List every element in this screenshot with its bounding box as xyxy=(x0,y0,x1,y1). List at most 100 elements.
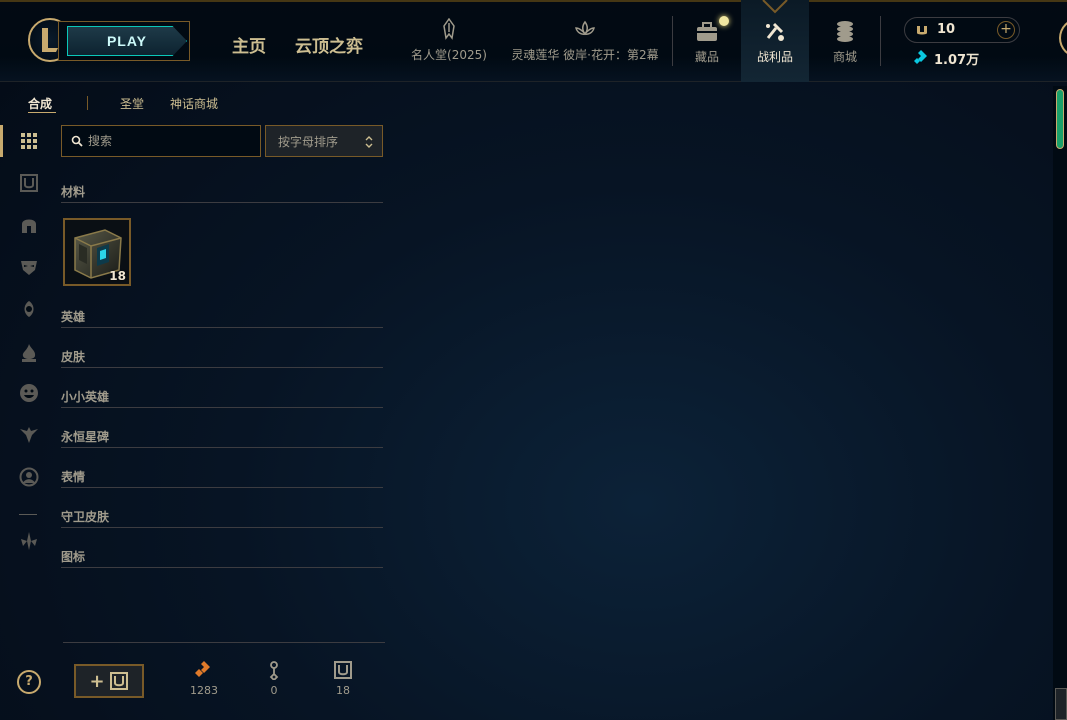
blue-essence-balance: 1.07万 xyxy=(912,49,979,68)
filter-chests[interactable] xyxy=(18,172,40,194)
category-skins-label: 皮肤 xyxy=(61,350,86,364)
emote-face-icon xyxy=(20,384,38,402)
rail-separator xyxy=(19,514,37,515)
purchase-chest-button[interactable]: + xyxy=(74,664,144,698)
loot-item-tile[interactable]: 18 xyxy=(63,218,131,286)
key-icon xyxy=(269,661,279,680)
grid-icon xyxy=(21,133,37,149)
filter-all[interactable] xyxy=(18,130,40,152)
riot-points-value: 10 xyxy=(937,22,956,37)
tab-mythic-shop[interactable]: 神话商城 xyxy=(170,95,218,112)
nav-collection-label: 藏品 xyxy=(694,50,719,64)
tab-crafting[interactable]: 合成 xyxy=(28,95,52,112)
sort-chevron-icon xyxy=(365,136,373,148)
scrollbar-corner xyxy=(1055,688,1067,720)
sort-dropdown-label: 按字母排序 xyxy=(278,135,339,149)
nav-loot-label: 战利品 xyxy=(756,50,793,64)
play-button-label: PLAY xyxy=(67,26,187,56)
category-materials[interactable]: 材料 xyxy=(61,181,383,203)
chest-icon xyxy=(20,174,38,192)
nav-tft[interactable]: 云顶之弈 xyxy=(295,32,363,57)
filter-skins[interactable] xyxy=(18,256,40,278)
orange-essence-value: 1283 xyxy=(190,684,218,697)
search-box[interactable] xyxy=(61,125,261,157)
tab-sanctum[interactable]: 圣堂 xyxy=(120,95,144,112)
helmet-icon xyxy=(22,219,36,233)
subtab-separator xyxy=(87,96,88,110)
nav-home[interactable]: 主页 xyxy=(232,32,266,57)
chest-stat: 18 xyxy=(323,660,363,697)
riot-points-balance[interactable]: 10 + xyxy=(904,17,1020,43)
orange-essence-stat: 1283 xyxy=(184,660,224,697)
flame-icon xyxy=(22,344,36,362)
play-button[interactable]: PLAY xyxy=(58,21,190,61)
chest-count-icon xyxy=(334,661,352,679)
category-icons-label: 图标 xyxy=(61,550,86,564)
mask-icon xyxy=(21,261,37,275)
category-little-legends[interactable]: 小小英雄 xyxy=(61,386,383,408)
category-skins[interactable]: 皮肤 xyxy=(61,346,383,368)
top-nav-bar: PLAY 主页 云顶之弈 名人堂(2025) 灵魂莲华 彼岸·花开：第2幕 藏品 xyxy=(0,0,1067,82)
profile-avatar-edge[interactable] xyxy=(1059,18,1067,58)
nav-store-label: 商城 xyxy=(832,50,857,64)
sort-dropdown[interactable]: 按字母排序 xyxy=(265,125,383,157)
category-little-legends-label: 小小英雄 xyxy=(61,390,110,404)
category-champions[interactable]: 英雄 xyxy=(61,306,383,328)
category-materials-label: 材料 xyxy=(61,185,86,199)
chest-count-value: 18 xyxy=(336,684,350,697)
key-stat: 0 xyxy=(254,660,294,697)
nav-hall-of-fame[interactable]: 名人堂(2025) xyxy=(408,18,490,63)
filter-eternals[interactable] xyxy=(18,342,40,364)
loot-subtabs: 合成 圣堂 神话商城 xyxy=(0,82,400,122)
collection-icon xyxy=(697,22,717,41)
nav-store[interactable]: 商城 xyxy=(818,0,872,82)
category-eternals-label: 永恒星碑 xyxy=(61,430,110,444)
scrollbar-thumb[interactable] xyxy=(1056,89,1064,149)
category-champions-label: 英雄 xyxy=(61,310,86,324)
top-border xyxy=(0,0,1067,2)
category-emotes-label: 表情 xyxy=(61,470,86,484)
filter-champions[interactable] xyxy=(18,214,40,236)
store-icon xyxy=(837,21,853,42)
notification-dot xyxy=(719,16,729,26)
loot-icon xyxy=(766,22,784,41)
nav-separator xyxy=(672,16,673,66)
filter-disenchant[interactable] xyxy=(18,530,40,552)
nav-hall-of-fame-label: 名人堂(2025) xyxy=(411,48,487,62)
hall-of-fame-icon xyxy=(443,18,455,40)
rail-active-indicator xyxy=(0,125,3,157)
loot-item-count: 18 xyxy=(109,269,126,283)
chest-icon xyxy=(109,672,128,690)
disenchant-icon xyxy=(21,532,37,550)
active-tab-chevron-icon xyxy=(762,0,788,14)
search-icon xyxy=(71,135,83,147)
category-ward-skins[interactable]: 守卫皮肤 xyxy=(61,506,383,528)
tab-active-underline xyxy=(28,112,56,113)
nav-separator xyxy=(880,16,881,66)
little-legend-icon xyxy=(24,301,34,317)
nav-event-lotus[interactable]: 灵魂莲华 彼岸·花开：第2幕 xyxy=(508,18,662,63)
blue-essence-value: 1.07万 xyxy=(934,53,980,68)
ward-icon xyxy=(20,427,38,443)
search-input[interactable] xyxy=(88,132,253,150)
category-icons[interactable]: 图标 xyxy=(61,546,383,568)
category-eternals[interactable]: 永恒星碑 xyxy=(61,426,383,448)
riot-points-icon xyxy=(917,26,927,35)
key-value: 0 xyxy=(270,684,278,697)
nav-collection[interactable]: 藏品 xyxy=(680,0,734,82)
filter-emotes[interactable] xyxy=(18,382,40,404)
profile-icon-icon xyxy=(19,467,39,487)
filter-ward-skins[interactable] xyxy=(18,424,40,446)
blue-essence-icon xyxy=(914,50,927,64)
help-button[interactable]: ? xyxy=(17,670,41,694)
orange-essence-icon xyxy=(195,661,210,677)
footer-divider xyxy=(63,642,385,643)
category-ward-skins-label: 守卫皮肤 xyxy=(61,510,110,524)
nav-event-lotus-label: 灵魂莲华 彼岸·花开：第2幕 xyxy=(511,48,659,62)
buy-rp-button[interactable]: + xyxy=(997,21,1015,39)
filter-icons[interactable] xyxy=(18,466,40,488)
scrollbar-track[interactable] xyxy=(1053,86,1067,720)
filter-little-legends[interactable] xyxy=(18,298,40,320)
plus-icon: + xyxy=(89,670,105,692)
category-emotes[interactable]: 表情 xyxy=(61,466,383,488)
